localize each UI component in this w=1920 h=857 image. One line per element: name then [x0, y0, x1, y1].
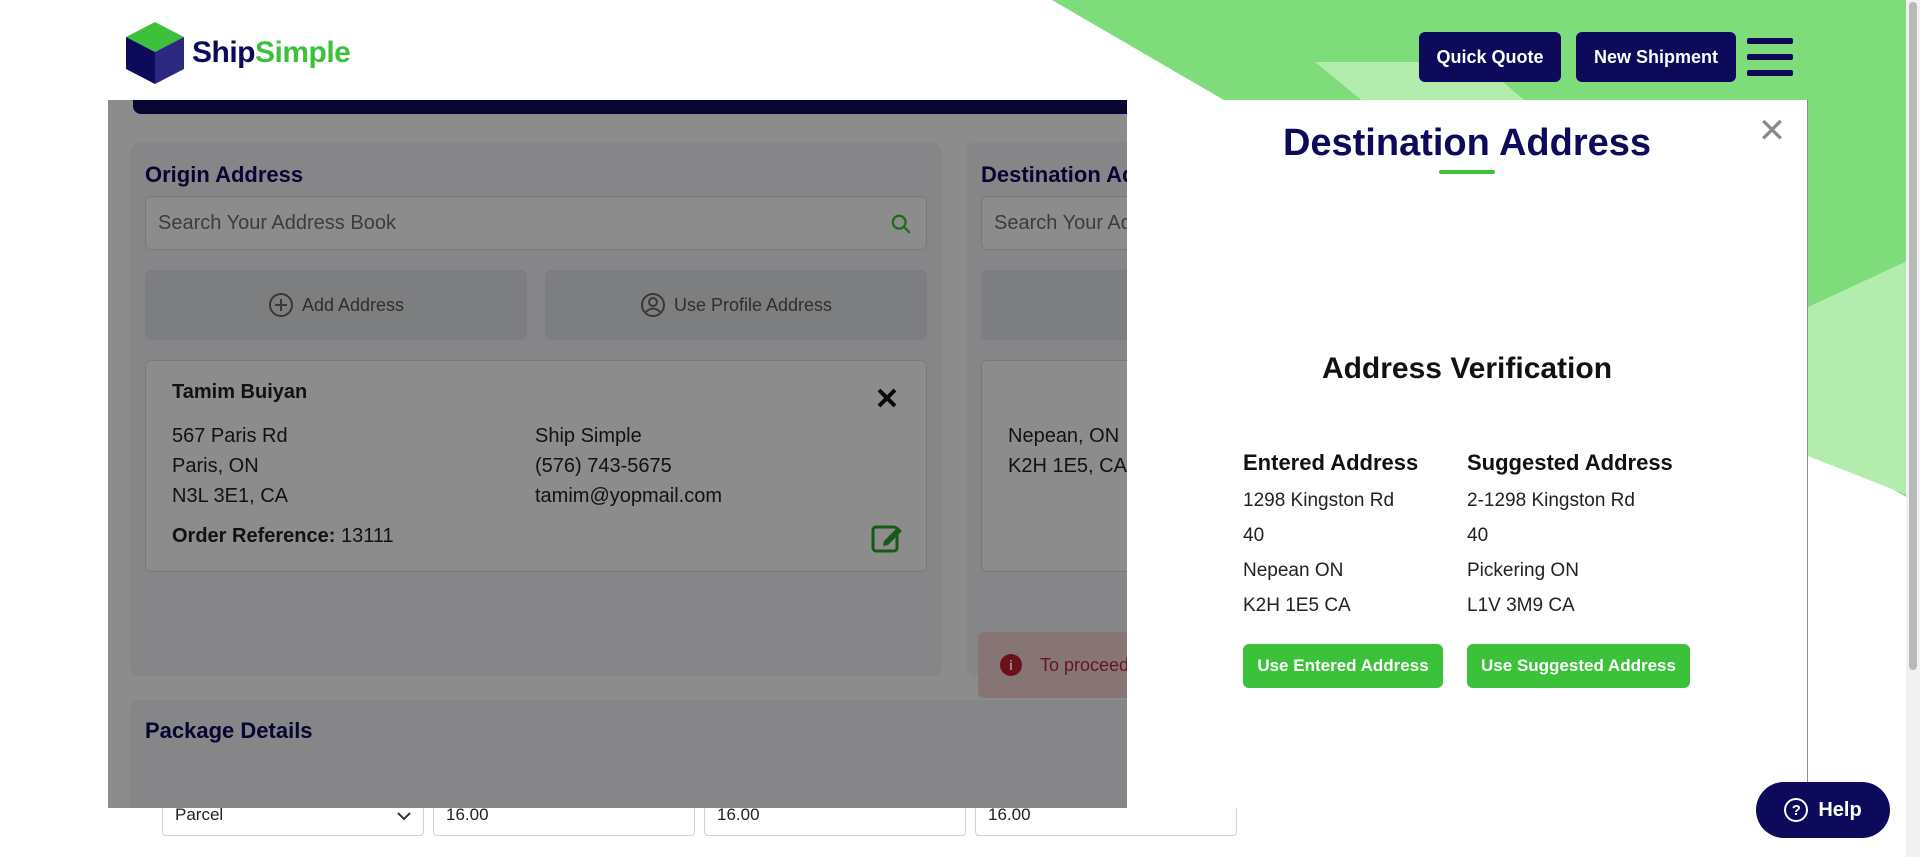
entered-line-3: Nepean ON: [1243, 560, 1344, 581]
question-icon: ?: [1784, 798, 1809, 822]
suggested-line-2: 40: [1467, 525, 1489, 546]
suggested-line-1: 2-1298 Kingston Rd: [1467, 490, 1635, 511]
logo-text-simple: Simple: [255, 36, 351, 69]
hamburger-line: [1747, 38, 1793, 44]
close-icon[interactable]: ✕: [1757, 114, 1787, 148]
entered-line-4: K2H 1E5 CA: [1243, 595, 1351, 616]
site-header: ShipSimple Quick Quote New Shipment: [0, 0, 1920, 100]
modal-title: Destination Address: [1282, 122, 1652, 164]
entered-address-heading: Entered Address: [1243, 450, 1419, 475]
use-suggested-address-button[interactable]: Use Suggested Address: [1467, 644, 1690, 688]
hamburger-line: [1747, 54, 1793, 60]
address-verification-title: Address Verification: [1321, 352, 1613, 385]
suggested-line-4: L1V 3M9 CA: [1467, 595, 1575, 616]
entered-line-2: 40: [1243, 525, 1265, 546]
logo-wordmark: ShipSimple: [192, 36, 351, 70]
cube-logo-icon: [126, 22, 184, 84]
hamburger-icon[interactable]: [1747, 38, 1793, 76]
page-scrollbar[interactable]: [1906, 0, 1920, 857]
entered-line-1: 1298 Kingston Rd: [1243, 490, 1395, 511]
new-shipment-button[interactable]: New Shipment: [1576, 32, 1736, 82]
hamburger-line: [1747, 70, 1793, 76]
help-label: Help: [1818, 798, 1862, 821]
help-button[interactable]: ? Help: [1756, 782, 1890, 838]
suggested-line-3: Pickering ON: [1467, 560, 1579, 581]
destination-address-modal: Destination Address ✕ Address Verificati…: [1127, 100, 1807, 808]
logo-text-ship: Ship: [192, 36, 256, 69]
quick-quote-button[interactable]: Quick Quote: [1419, 32, 1561, 82]
shipsimple-logo[interactable]: ShipSimple: [124, 20, 351, 86]
title-underline: [1439, 170, 1495, 174]
use-entered-address-button[interactable]: Use Entered Address: [1243, 644, 1443, 688]
scrollbar-thumb[interactable]: [1909, 2, 1917, 670]
suggested-address-heading: Suggested Address: [1467, 450, 1673, 475]
chevron-down-icon: [397, 812, 411, 821]
